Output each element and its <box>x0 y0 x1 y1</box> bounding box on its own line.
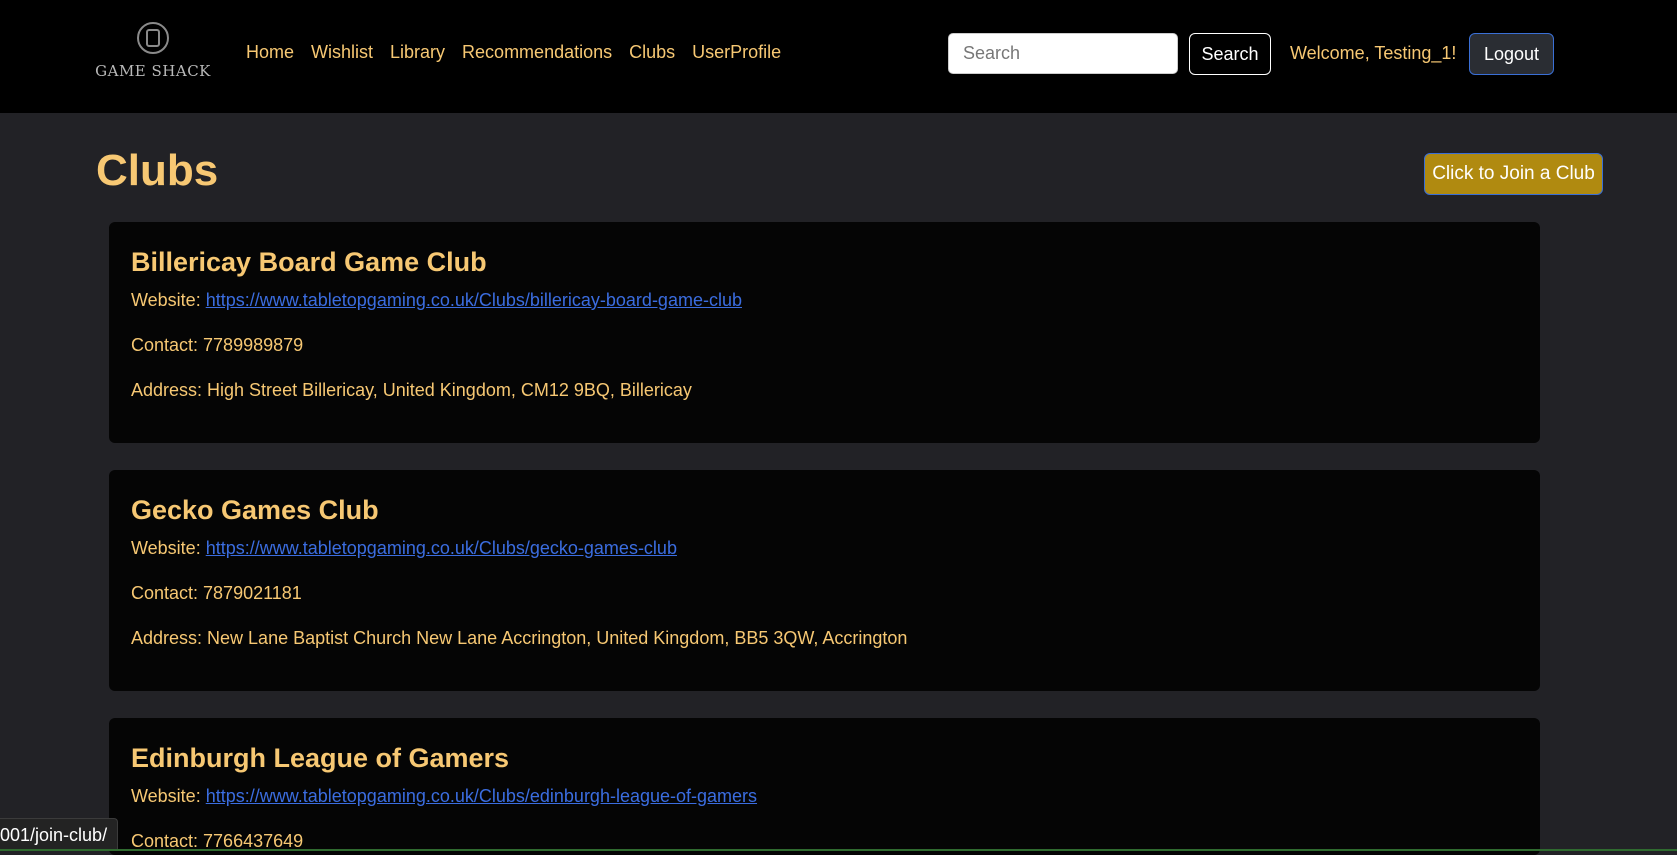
logo-text: GAME SHACK <box>95 62 211 80</box>
search-input[interactable] <box>948 33 1178 74</box>
nav-link-wishlist[interactable]: Wishlist <box>311 42 373 63</box>
club-website-link[interactable]: https://www.tabletopgaming.co.uk/Clubs/b… <box>206 290 742 310</box>
club-address: Address: New Lane Baptist Church New Lan… <box>131 628 908 648</box>
club-website-link[interactable]: https://www.tabletopgaming.co.uk/Clubs/e… <box>206 786 757 806</box>
club-website-label: Website: <box>131 538 201 558</box>
nav-link-userprofile[interactable]: UserProfile <box>692 42 781 63</box>
club-website-label: Website: <box>131 786 201 806</box>
page-title: Clubs <box>96 146 219 195</box>
club-name: Billericay Board Game Club <box>131 247 487 277</box>
nav-link-home[interactable]: Home <box>246 42 294 63</box>
club-website-link[interactable]: https://www.tabletopgaming.co.uk/Clubs/g… <box>206 538 677 558</box>
logo-emblem-icon <box>137 22 169 54</box>
club-contact: Contact: 7789989879 <box>131 335 304 355</box>
club-contact: Contact: 7879021181 <box>131 583 302 603</box>
welcome-message: Welcome, Testing_1! <box>1290 43 1457 63</box>
club-website: Website: https://www.tabletopgaming.co.u… <box>131 536 677 560</box>
nav-link-recommendations[interactable]: Recommendations <box>462 42 612 63</box>
club-card: Edinburgh League of Gamers Website: http… <box>109 718 1540 855</box>
club-card: Billericay Board Game Club Website: http… <box>109 222 1540 443</box>
window-bottom-border <box>0 849 1677 851</box>
club-website: Website: https://www.tabletopgaming.co.u… <box>131 288 742 312</box>
club-address: Address: High Street Billericay, United … <box>131 380 692 400</box>
main-nav: Home Wishlist Library Recommendations Cl… <box>246 42 781 63</box>
status-bar-url: 001/join-club/ <box>0 818 119 851</box>
navbar: GAME SHACK Home Wishlist Library Recomme… <box>0 0 1677 113</box>
search-button[interactable]: Search <box>1189 33 1271 75</box>
site-logo[interactable]: GAME SHACK <box>95 18 210 104</box>
nav-link-library[interactable]: Library <box>390 42 445 63</box>
club-card: Gecko Games Club Website: https://www.ta… <box>109 470 1540 691</box>
club-website-label: Website: <box>131 290 201 310</box>
club-website: Website: https://www.tabletopgaming.co.u… <box>131 784 757 808</box>
club-name: Gecko Games Club <box>131 495 379 525</box>
logout-button[interactable]: Logout <box>1469 33 1554 75</box>
club-name: Edinburgh League of Gamers <box>131 743 510 773</box>
join-club-button[interactable]: Click to Join a Club <box>1424 153 1603 195</box>
nav-link-clubs[interactable]: Clubs <box>629 42 675 63</box>
